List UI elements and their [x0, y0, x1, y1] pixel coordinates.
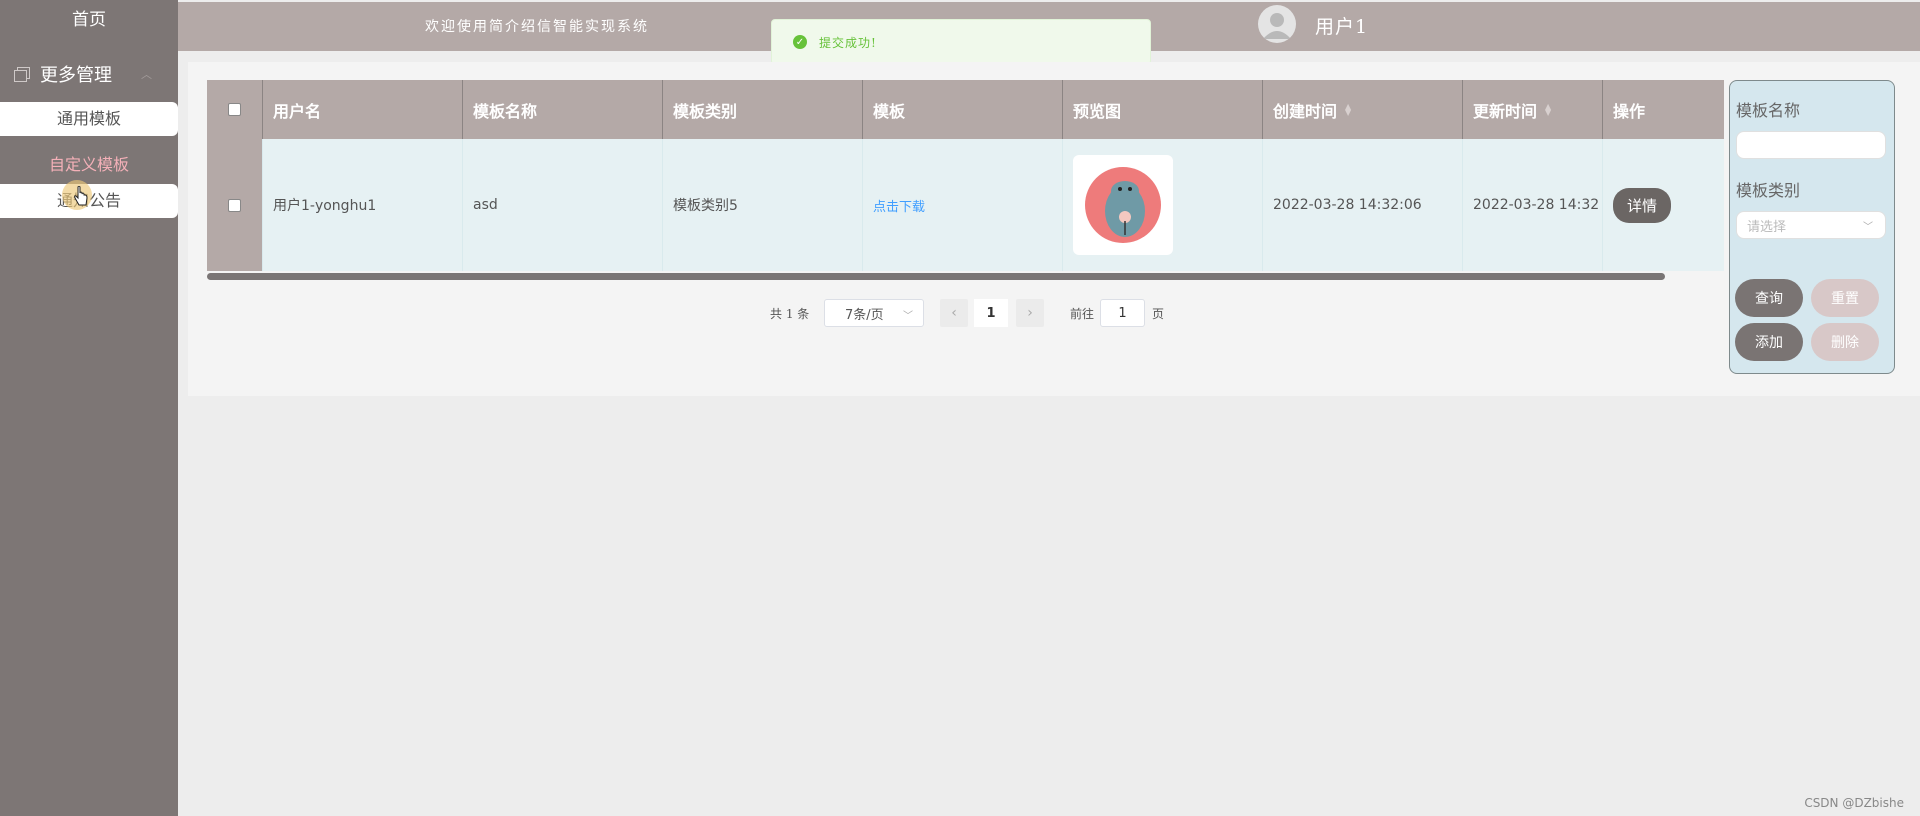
- column-header-created[interactable]: 创建时间 ▲ ▼: [1263, 80, 1463, 139]
- cell-created: 2022-03-28 14:32:06: [1263, 139, 1463, 271]
- template-category-label: 模板类别: [1736, 181, 1801, 200]
- column-header-template: 模板: [863, 80, 1063, 139]
- sidebar-item-general-template[interactable]: 通用模板: [0, 102, 178, 136]
- sidebar-item-custom-template[interactable]: 自定义模板: [0, 148, 178, 182]
- row-select-cell: [207, 139, 263, 271]
- sort-icon[interactable]: ▲ ▼: [1345, 102, 1353, 116]
- data-table: 用户名 模板名称 模板类别 模板 预览图 创建时间 ▲ ▼ 更新时间 ▲ ▼ 操作 …: [207, 80, 1724, 280]
- template-name-input[interactable]: [1736, 131, 1886, 159]
- pagination-total: 共 1 条: [770, 306, 810, 321]
- detail-button[interactable]: 详情: [1613, 187, 1672, 223]
- search-panel: 模板名称 模板类别 请选择 ﹀ 查询 重置 添加 删除: [1729, 80, 1895, 374]
- sort-icon[interactable]: ▲ ▼: [1545, 102, 1553, 116]
- cell-preview: [1063, 139, 1263, 271]
- cell-updated: 2022-03-28 14:32: [1463, 139, 1603, 271]
- sidebar-group-label: 更多管理: [40, 65, 112, 86]
- add-button[interactable]: 添加: [1735, 323, 1803, 361]
- column-header-username: 用户名: [263, 80, 463, 139]
- cell-username: 用户1-yonghu1: [263, 139, 463, 271]
- goto-label: 前往: [1070, 306, 1095, 321]
- prev-page-button[interactable]: ‹: [940, 299, 968, 327]
- horizontal-scrollbar[interactable]: [207, 273, 1665, 280]
- welcome-text: 欢迎使用简介绍信智能实现系统: [425, 19, 649, 35]
- sidebar: 首页 更多管理 ︿ 通用模板 自定义模板 通知公告: [0, 0, 178, 816]
- toast-message: 提交成功!: [819, 35, 877, 50]
- next-page-button[interactable]: ›: [1016, 299, 1044, 327]
- check-circle-icon: ✓: [793, 35, 807, 49]
- sidebar-group-more-management[interactable]: 更多管理 ︿: [0, 56, 178, 92]
- column-header-updated-label: 更新时间: [1473, 101, 1538, 121]
- avatar[interactable]: [1258, 5, 1296, 43]
- column-header-created-label: 创建时间: [1273, 101, 1338, 121]
- template-category-select[interactable]: 请选择 ﹀: [1736, 211, 1886, 239]
- goto-page-input[interactable]: 1: [1100, 299, 1145, 327]
- reset-button[interactable]: 重置: [1811, 279, 1879, 317]
- username[interactable]: 用户1: [1315, 12, 1368, 39]
- cell-template-name: asd: [463, 139, 663, 271]
- copy-icon: [14, 67, 30, 82]
- cell-template: 点击下载: [863, 139, 1063, 271]
- page-number-current[interactable]: 1: [974, 299, 1008, 327]
- cell-action: 详情: [1603, 139, 1724, 271]
- column-header-preview: 预览图: [1063, 80, 1263, 139]
- query-button[interactable]: 查询: [1735, 279, 1803, 317]
- column-header-updated[interactable]: 更新时间 ▲ ▼: [1463, 80, 1603, 139]
- delete-button[interactable]: 删除: [1811, 323, 1879, 361]
- download-link[interactable]: 点击下载: [873, 196, 925, 215]
- mascot-image: [1085, 167, 1161, 243]
- column-header-template-category: 模板类别: [663, 80, 863, 139]
- chevron-down-icon: ﹀: [1863, 222, 1873, 233]
- cell-template-category: 模板类别5: [663, 139, 863, 271]
- user-icon: [1263, 13, 1291, 39]
- column-header-action: 操作: [1613, 101, 1646, 121]
- sidebar-item-home[interactable]: 首页: [0, 0, 178, 44]
- row-checkbox[interactable]: [228, 198, 241, 212]
- select-all-checkbox[interactable]: [228, 103, 241, 116]
- preview-image[interactable]: [1073, 155, 1173, 255]
- hand-cursor-icon: [74, 186, 88, 206]
- chevron-down-icon: ﹀: [903, 311, 913, 322]
- table-header: 用户名 模板名称 模板类别 模板 预览图 创建时间 ▲ ▼ 更新时间 ▲ ▼ 操作: [207, 80, 1724, 139]
- page-size-select[interactable]: 7条/页 ﹀: [824, 299, 924, 327]
- category-placeholder: 请选择: [1747, 219, 1787, 235]
- select-all-cell: [207, 80, 263, 139]
- watermark: CSDN @DZbishe: [1804, 796, 1904, 810]
- column-header-template-name: 模板名称: [463, 80, 663, 139]
- page-size-value: 7条/页: [845, 307, 884, 323]
- chevron-up-icon: ︿: [141, 68, 152, 81]
- page-suffix: 页: [1152, 306, 1165, 321]
- success-toast: ✓ 提交成功!: [771, 19, 1151, 65]
- template-name-label: 模板名称: [1736, 101, 1801, 120]
- table-row: 用户1-yonghu1 asd 模板类别5 点击下载 2022-03-28 14…: [207, 139, 1724, 271]
